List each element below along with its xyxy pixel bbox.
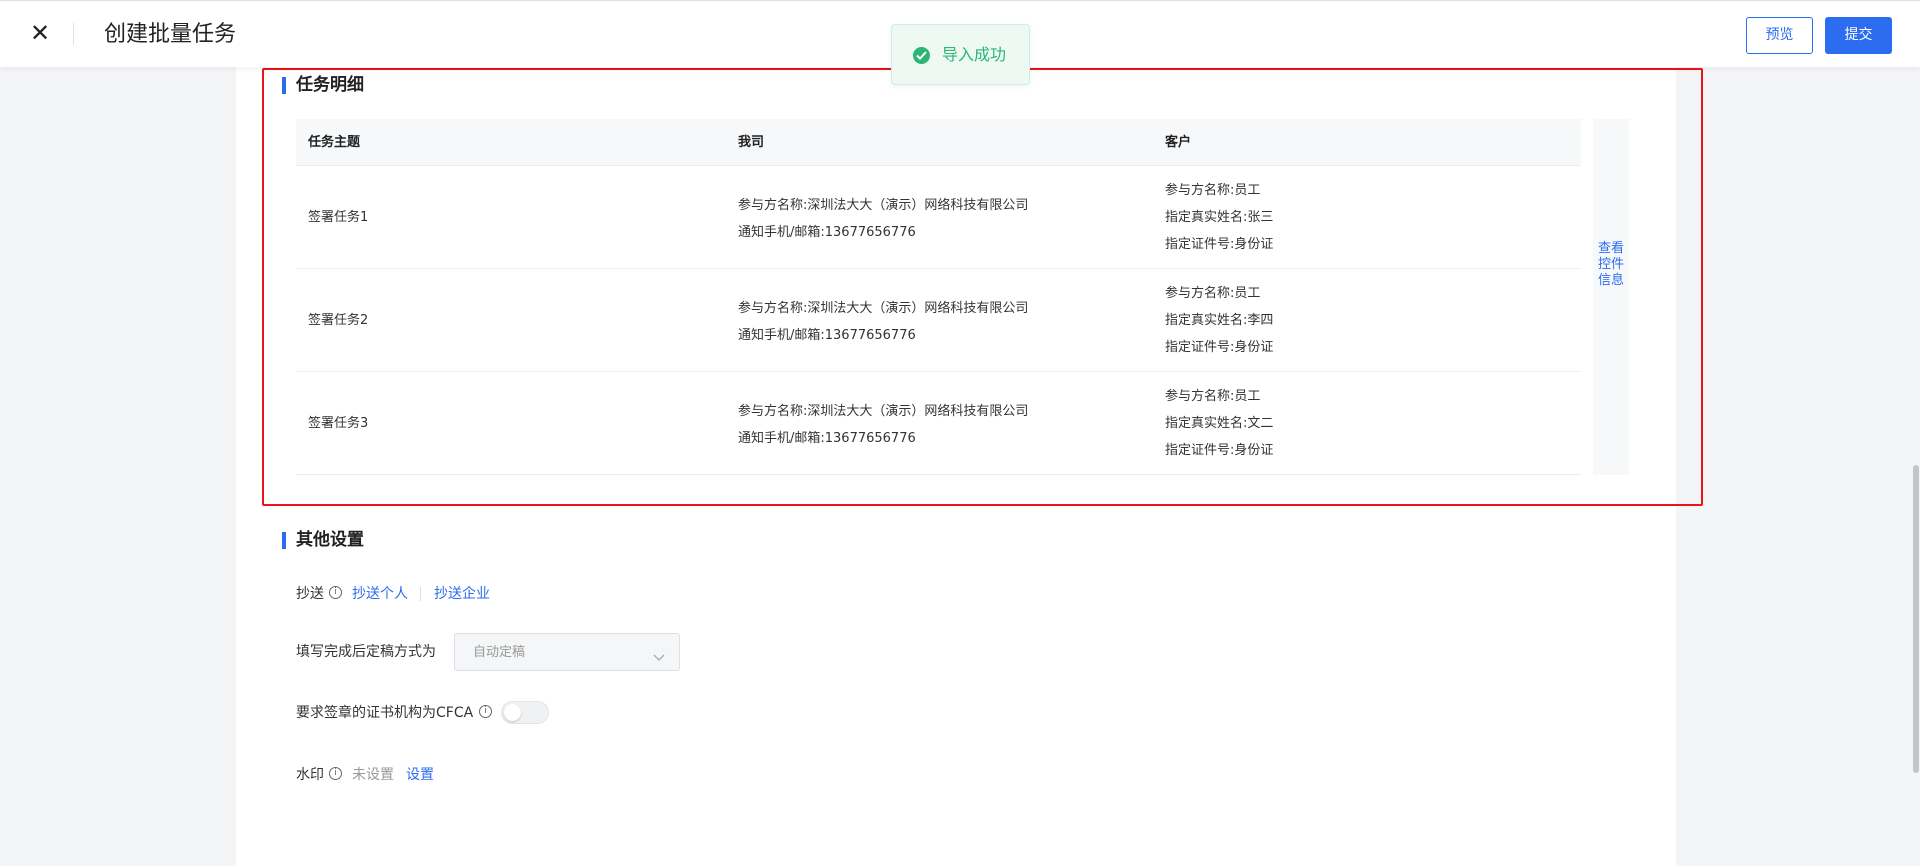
column-header-mine: 我司 <box>738 135 765 150</box>
customer-id-type: 指定证件号:身份证 <box>1165 443 1274 458</box>
submit-button[interactable]: 提交 <box>1825 17 1892 54</box>
task-subject: 签署任务2 <box>308 313 369 328</box>
watermark-setup-link[interactable]: 设置 <box>406 765 434 785</box>
chevron-down-icon <box>653 647 665 666</box>
table-row: 签署任务3 参与方名称:深圳法大大（演示）网络科技有限公司 通知手机/邮箱:13… <box>296 372 1581 475</box>
other-settings-title: 其他设置 <box>296 530 364 550</box>
preview-button[interactable]: 预览 <box>1746 17 1813 54</box>
main-panel: 任务明细 任务主题 我司 客户 签署任务1 参与方名称:深圳法大大（演示）网络科… <box>236 67 1676 866</box>
cfca-label: 要求签章的证书机构为CFCA <box>296 705 474 721</box>
cc-enterprise-link[interactable]: 抄送企业 <box>434 584 490 604</box>
view-controls-label: 查看控件信息 <box>1597 241 1624 288</box>
column-header-customer: 客户 <box>1165 135 1192 150</box>
header-divider <box>73 23 74 45</box>
watermark-status: 未设置 <box>352 767 394 783</box>
finalize-mode-label: 填写完成后定稿方式为 <box>296 644 436 660</box>
cfca-toggle[interactable] <box>501 701 549 724</box>
mine-party-info: 参与方名称:深圳法大大（演示）网络科技有限公司 通知手机/邮箱:13677656… <box>738 295 1028 349</box>
close-icon[interactable]: ✕ <box>27 19 53 47</box>
customer-id-type: 指定证件号:身份证 <box>1165 237 1274 252</box>
table-header: 任务主题 我司 客户 <box>296 119 1581 166</box>
section-marker <box>282 77 286 94</box>
page-title: 创建批量任务 <box>104 22 237 47</box>
customer-party-info: 参与方名称:员工 指定真实姓名:李四 指定证件号:身份证 <box>1165 280 1273 361</box>
mine-contact: 通知手机/邮箱:13677656776 <box>738 431 916 446</box>
view-controls-link[interactable]: 查看控件信息 <box>1593 119 1629 475</box>
mine-contact: 通知手机/邮箱:13677656776 <box>738 328 916 343</box>
scrollbar-thumb[interactable] <box>1913 465 1919 773</box>
watermark-label: 水印 <box>296 767 324 783</box>
task-subject: 签署任务1 <box>308 210 369 225</box>
mine-party-info: 参与方名称:深圳法大大（演示）网络科技有限公司 通知手机/邮箱:13677656… <box>738 192 1028 246</box>
info-icon[interactable]: i <box>329 767 342 780</box>
section-marker <box>282 532 286 549</box>
customer-party-info: 参与方名称:员工 指定真实姓名:文二 指定证件号:身份证 <box>1165 383 1273 464</box>
column-header-subject: 任务主题 <box>308 135 361 150</box>
mine-party-name: 参与方名称:深圳法大大（演示）网络科技有限公司 <box>738 198 1029 213</box>
success-toast: 导入成功 <box>891 24 1030 85</box>
info-icon[interactable]: i <box>329 586 342 599</box>
mine-party-info: 参与方名称:深圳法大大（演示）网络科技有限公司 通知手机/邮箱:13677656… <box>738 398 1028 452</box>
cc-separator <box>420 587 421 601</box>
table-row: 签署任务1 参与方名称:深圳法大大（演示）网络科技有限公司 通知手机/邮箱:13… <box>296 166 1581 269</box>
task-detail-table: 任务主题 我司 客户 签署任务1 参与方名称:深圳法大大（演示）网络科技有限公司… <box>296 119 1581 475</box>
task-detail-title: 任务明细 <box>296 75 364 95</box>
info-icon[interactable]: i <box>479 705 492 718</box>
customer-id-type: 指定证件号:身份证 <box>1165 340 1274 355</box>
mine-party-name: 参与方名称:深圳法大大（演示）网络科技有限公司 <box>738 301 1029 316</box>
customer-party-name: 参与方名称:员工 <box>1165 286 1261 301</box>
customer-real-name: 指定真实姓名:张三 <box>1165 210 1274 225</box>
customer-party-name: 参与方名称:员工 <box>1165 389 1261 404</box>
finalize-mode-select[interactable]: 自动定稿 <box>454 633 680 671</box>
toggle-knob <box>504 704 521 721</box>
cc-label: 抄送 <box>296 586 324 602</box>
task-subject: 签署任务3 <box>308 416 369 431</box>
mine-party-name: 参与方名称:深圳法大大（演示）网络科技有限公司 <box>738 404 1029 419</box>
table-row: 签署任务2 参与方名称:深圳法大大（演示）网络科技有限公司 通知手机/邮箱:13… <box>296 269 1581 372</box>
customer-party-info: 参与方名称:员工 指定真实姓名:张三 指定证件号:身份证 <box>1165 177 1273 258</box>
mine-contact: 通知手机/邮箱:13677656776 <box>738 225 916 240</box>
toast-message: 导入成功 <box>942 45 1007 64</box>
finalize-mode-value: 自动定稿 <box>473 645 526 660</box>
customer-party-name: 参与方名称:员工 <box>1165 183 1261 198</box>
cc-personal-link[interactable]: 抄送个人 <box>352 584 408 604</box>
customer-real-name: 指定真实姓名:文二 <box>1165 416 1274 431</box>
customer-real-name: 指定真实姓名:李四 <box>1165 313 1274 328</box>
check-circle-icon <box>913 47 930 64</box>
